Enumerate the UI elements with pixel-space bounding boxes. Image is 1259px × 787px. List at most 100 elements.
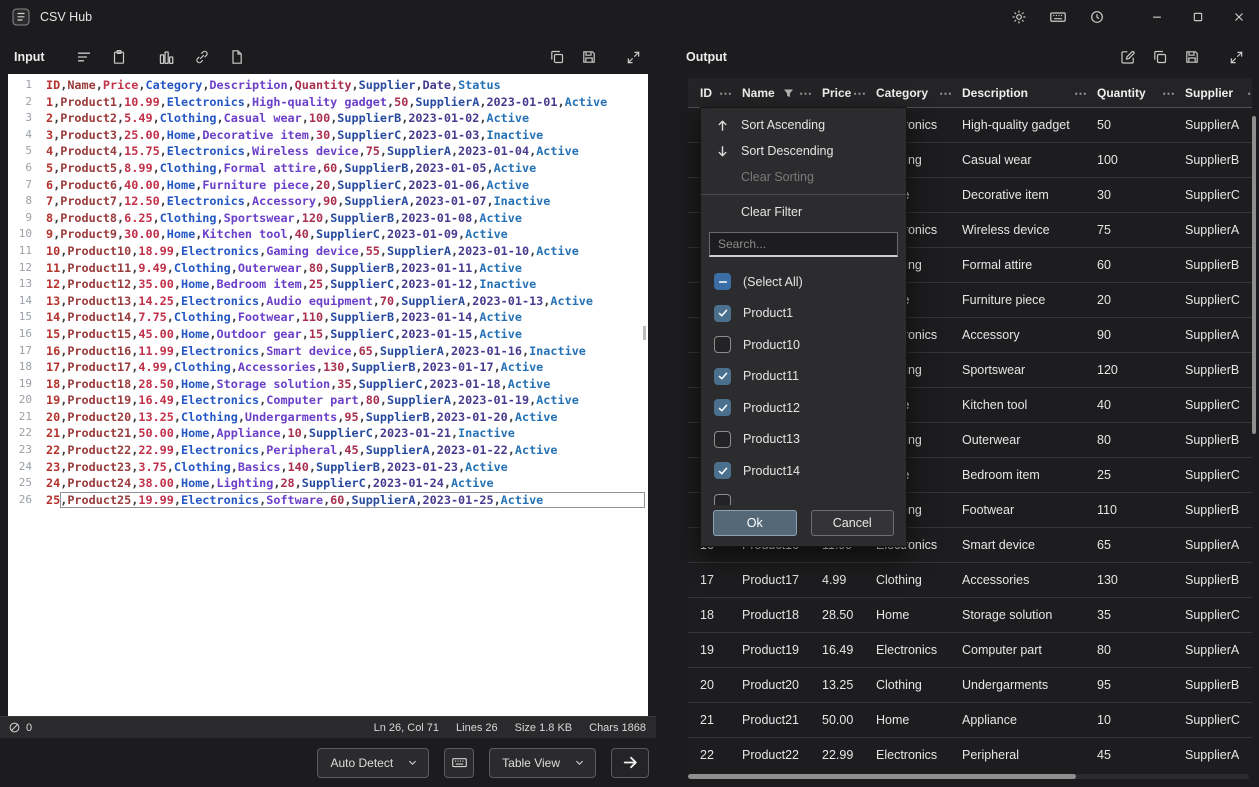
menu-item-sort-descending[interactable]: Sort Descending (701, 138, 906, 164)
editor-line: 1817,Product17,4.99,Clothing,Accessories… (8, 359, 648, 376)
editor-line: 65,Product5,8.99,Clothing,Formal attire,… (8, 160, 648, 177)
ok-button[interactable]: Ok (713, 510, 797, 536)
close-button[interactable] (1218, 0, 1259, 34)
copy-icon[interactable] (546, 46, 568, 68)
table-row[interactable]: 18Product1828.50HomeStorage solution35Su… (688, 598, 1252, 633)
checkbox-unchecked[interactable] (714, 336, 731, 353)
table-cell: 22.99 (822, 748, 876, 762)
filter-option-product10[interactable]: Product10 (701, 329, 906, 361)
table-cell: 16.49 (822, 643, 876, 657)
run-convert-button[interactable] (611, 748, 649, 778)
filter-option-select-all[interactable]: (Select All) (701, 266, 906, 298)
checkbox-checked[interactable] (714, 399, 731, 416)
table-cell: Product19 (742, 643, 822, 657)
checkbox-checked[interactable] (714, 368, 731, 385)
edit-export-icon[interactable] (1117, 46, 1139, 68)
expand-icon[interactable] (1225, 46, 1247, 68)
checkbox-indeterminate[interactable] (714, 273, 731, 290)
filter-option-product13[interactable]: Product13 (701, 424, 906, 456)
csv-editor[interactable]: 1ID,Name,Price,Category,Description,Quan… (8, 74, 648, 716)
vertical-scrollbar[interactable] (1252, 116, 1256, 434)
line-number: 4 (8, 127, 46, 144)
column-menu-button[interactable]: ⋯ (1074, 87, 1087, 100)
table-cell: Casual wear (962, 153, 1097, 167)
keyboard-toggle-button[interactable] (444, 748, 474, 778)
save-icon[interactable] (578, 46, 600, 68)
column-header-supplier[interactable]: Supplier⋯ (1185, 78, 1252, 108)
checkbox-checked[interactable] (714, 462, 731, 479)
editor-line: 43,Product3,25.00,Home,Decorative item,3… (8, 127, 648, 144)
line-number: 7 (8, 177, 46, 194)
column-menu-button[interactable]: ⋯ (799, 87, 812, 100)
column-header-id[interactable]: ID⋯ (688, 78, 742, 108)
column-menu-button[interactable]: ⋯ (1247, 87, 1252, 100)
output-toolbar: Output (672, 34, 1259, 74)
column-menu-button[interactable]: ⋯ (939, 87, 952, 100)
table-row[interactable]: 22Product2222.99ElectronicsPeripheral45S… (688, 738, 1252, 769)
line-count: Lines 26 (456, 722, 498, 734)
column-header-price[interactable]: Price⋯ (822, 78, 876, 108)
keyboard-icon[interactable] (1047, 6, 1069, 28)
menu-item-sort-ascending[interactable]: Sort Ascending (701, 112, 906, 138)
problems-icon[interactable] (8, 721, 21, 734)
table-cell: SupplierB (1185, 433, 1252, 447)
filter-search-input[interactable] (709, 232, 898, 257)
table-cell: 45 (1097, 748, 1185, 762)
column-menu-button[interactable]: ⋯ (853, 87, 866, 100)
checkbox-checked[interactable] (714, 305, 731, 322)
table-cell: 4.99 (822, 573, 876, 587)
table-row[interactable]: 17Product174.99ClothingAccessories130Sup… (688, 563, 1252, 598)
cancel-button[interactable]: Cancel (811, 510, 895, 536)
format-select[interactable]: Auto Detect (317, 748, 429, 778)
link-icon[interactable] (191, 46, 213, 68)
editor-line: 1918,Product18,28.50,Home,Storage soluti… (8, 376, 648, 393)
horizontal-scrollbar[interactable] (688, 774, 1076, 779)
line-number: 11 (8, 243, 46, 260)
line-content: 19,Product19,16.49,Electronics,Computer … (46, 392, 579, 409)
filter-option-product1[interactable]: Product1 (701, 298, 906, 330)
settings-gear-icon[interactable] (1008, 6, 1030, 28)
table-cell: 110 (1097, 503, 1185, 517)
table-cell: Clothing (876, 573, 962, 587)
table-cell: Sportswear (962, 363, 1097, 377)
line-number: 20 (8, 392, 46, 409)
line-content: 16,Product16,11.99,Electronics,Smart dev… (46, 343, 586, 360)
column-header-description[interactable]: Description⋯ (962, 78, 1097, 108)
paste-clipboard-icon[interactable] (108, 46, 130, 68)
editor-line: 2221,Product21,50.00,Home,Appliance,10,S… (8, 425, 648, 442)
filter-option-product12[interactable]: Product12 (701, 392, 906, 424)
copy-icon[interactable] (1149, 46, 1171, 68)
checkbox-unchecked[interactable] (714, 494, 731, 505)
view-select[interactable]: Table View (489, 748, 596, 778)
table-cell: 40 (1097, 398, 1185, 412)
column-header-name[interactable]: Name⋯ (742, 78, 822, 108)
minimize-button[interactable] (1136, 0, 1177, 34)
history-clock-icon[interactable] (1086, 6, 1108, 28)
column-header-category[interactable]: Category⋯ (876, 78, 962, 108)
editor-line: 32,Product2,5.49,Clothing,Casual wear,10… (8, 110, 648, 127)
table-cell: 20 (1097, 293, 1185, 307)
menu-item-clear-filter[interactable]: Clear Filter (701, 199, 906, 225)
table-cell: SupplierC (1185, 608, 1252, 622)
table-cell: Accessories (962, 573, 1097, 587)
filter-option-product11[interactable]: Product11 (701, 361, 906, 393)
table-row[interactable]: 21Product2150.00HomeAppliance10SupplierC (688, 703, 1252, 738)
save-icon[interactable] (1181, 46, 1203, 68)
line-content: 12,Product12,35.00,Home,Bedroom item,25,… (46, 276, 536, 293)
filter-option[interactable] (701, 487, 906, 506)
column-menu-button[interactable]: ⋯ (719, 87, 732, 100)
line-number: 18 (8, 359, 46, 376)
table-cell: 20 (688, 678, 742, 692)
checkbox-unchecked[interactable] (714, 431, 731, 448)
editor-line: 2120,Product20,13.25,Clothing,Undergarme… (8, 409, 648, 426)
maximize-button[interactable] (1177, 0, 1218, 34)
columns-chart-icon[interactable] (156, 46, 178, 68)
column-header-quantity[interactable]: Quantity⋯ (1097, 78, 1185, 108)
column-menu-button[interactable]: ⋯ (1162, 87, 1175, 100)
filter-option-product14[interactable]: Product14 (701, 455, 906, 487)
file-icon[interactable] (226, 46, 248, 68)
expand-icon[interactable] (622, 46, 644, 68)
table-row[interactable]: 20Product2013.25ClothingUndergarments95S… (688, 668, 1252, 703)
table-row[interactable]: 19Product1916.49ElectronicsComputer part… (688, 633, 1252, 668)
format-lines-icon[interactable] (73, 46, 95, 68)
